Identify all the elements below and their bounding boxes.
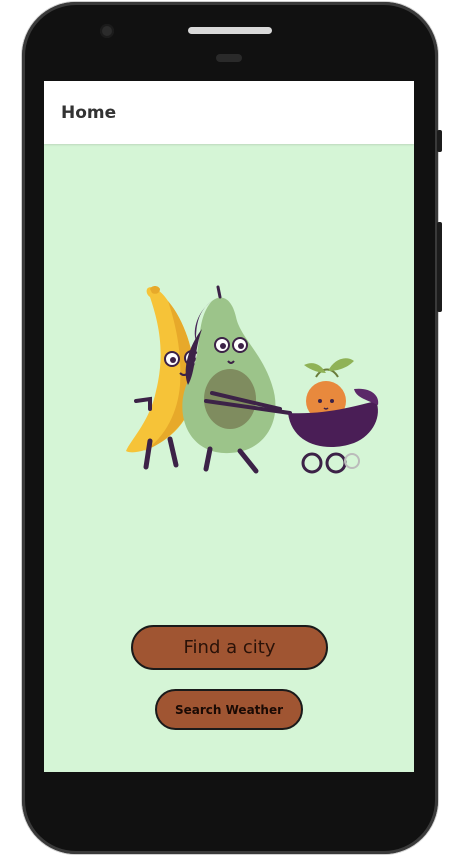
front-camera [100,24,114,38]
fruit-family-illustration [126,285,379,474]
search-weather-button[interactable]: Search Weather [155,689,303,730]
stroller-with-baby [288,358,379,474]
page-title: Home [61,103,117,123]
proximity-sensor [216,54,242,62]
volume-button [437,222,442,312]
find-city-button[interactable]: Find a city [131,625,328,670]
power-button [437,130,442,152]
speaker-grille [188,27,272,34]
app-screen: Home Find a city Search Weather [44,81,414,772]
avocado-character [182,285,292,474]
app-bar: Home [44,81,414,144]
